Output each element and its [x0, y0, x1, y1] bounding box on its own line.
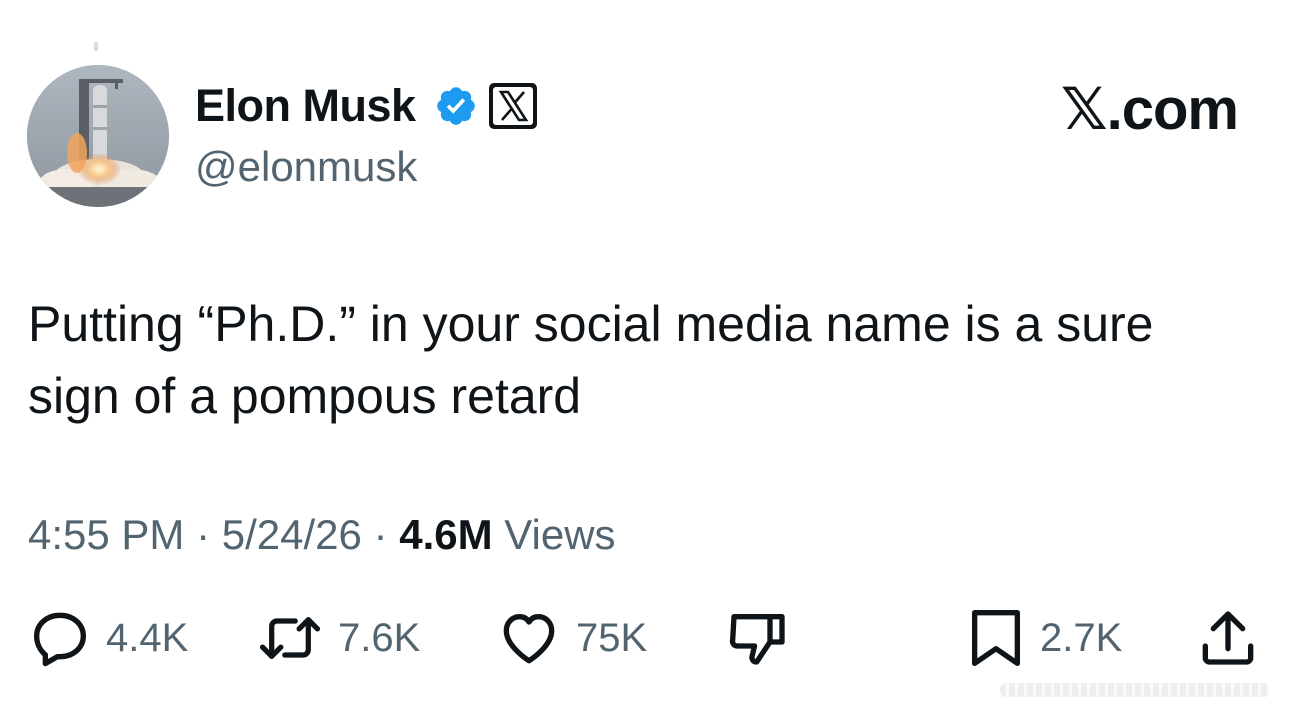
share-button[interactable] [1198, 606, 1272, 670]
thumbs-down-icon [729, 614, 785, 665]
tweet-time[interactable]: 4:55 PM [28, 511, 184, 558]
bookmark-button[interactable]: 2.7K [966, 606, 1122, 670]
views-label: Views [492, 511, 616, 558]
bookmark-icon [972, 610, 1020, 666]
source-watermark [1000, 683, 1270, 697]
brand-suffix: .com [1106, 77, 1239, 142]
verified-badge-icon[interactable] [434, 84, 478, 128]
x-logo-icon[interactable] [488, 82, 538, 130]
bookmark-count: 2.7K [1040, 616, 1123, 660]
brand-watermark: 𝕏.com [1060, 75, 1239, 143]
display-name[interactable]: Elon Musk [195, 78, 416, 134]
views-count: 4.6M [399, 511, 493, 558]
avatar-rocket-image [27, 65, 169, 207]
heart-icon [503, 614, 555, 664]
action-bar: 4.4K 7.6K 75K 2.7K [0, 606, 1290, 670]
brand-x-glyph: 𝕏 [1060, 75, 1108, 143]
repost-count: 7.6K [338, 616, 421, 660]
like-count: 75K [576, 616, 648, 660]
meta-separator: · [361, 511, 400, 558]
share-icon [1202, 611, 1254, 665]
repost-button[interactable]: 7.6K [256, 606, 420, 670]
reply-icon [34, 612, 86, 667]
meta-separator: · [184, 511, 222, 558]
tweet-text: Putting “Ph.D.” in your social media nam… [28, 296, 1154, 424]
repost-icon [259, 617, 321, 659]
handle[interactable]: @elonmusk [195, 140, 417, 194]
reply-button[interactable]: 4.4K [28, 606, 188, 670]
top-edge-mark [94, 42, 98, 51]
reply-count: 4.4K [106, 616, 189, 660]
avatar[interactable] [27, 65, 169, 207]
dislike-button[interactable] [725, 606, 805, 670]
like-button[interactable]: 75K [496, 606, 647, 670]
tweet-meta: 4:55 PM · 5/24/26 · 4.6M Views [28, 508, 616, 562]
tweet-date[interactable]: 5/24/26 [222, 511, 362, 558]
